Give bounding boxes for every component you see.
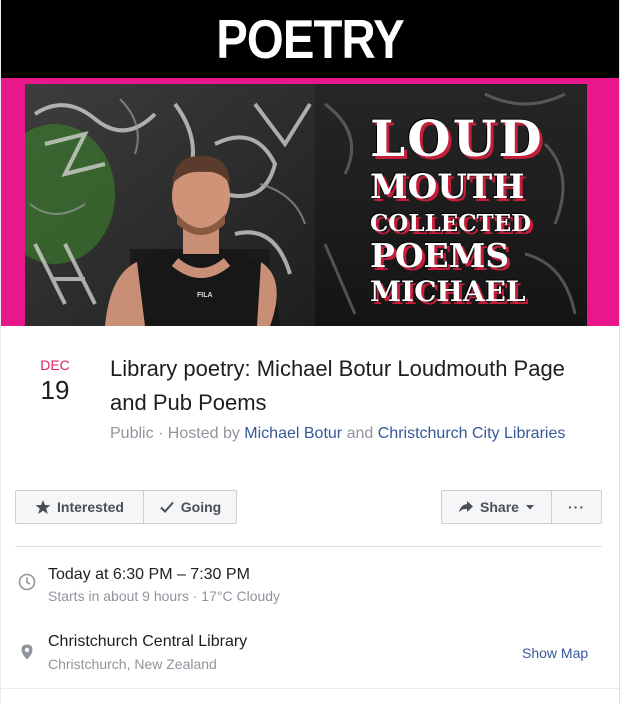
star-icon [35, 500, 51, 514]
going-label: Going [180, 499, 222, 515]
share-arrow-icon [459, 501, 474, 513]
event-date: DEC 19 [25, 357, 85, 406]
cover-image: LOUD MOUTH COLLECTED POEMS MICHAEL FILA [25, 84, 587, 326]
chevron-down-icon [525, 505, 534, 510]
event-location-address: Christchurch, New Zealand [48, 656, 217, 672]
more-options-button[interactable]: ··· [551, 490, 602, 524]
cover-line: MOUTH [370, 167, 525, 207]
host-joiner: and [346, 425, 374, 442]
event-day: 19 [40, 375, 70, 405]
shirt-logo: FILA [197, 292, 213, 299]
map-pin-icon [21, 644, 33, 660]
section-divider [15, 546, 602, 547]
clock-icon [18, 573, 36, 591]
interested-button[interactable]: Interested [15, 490, 144, 524]
event-time-subtext: Starts in about 9 hours · 17°C Cloudy [48, 588, 281, 604]
event-hosts: Public · Hosted by Michael Botur and Chr… [110, 423, 580, 445]
more-options-icon: ··· [568, 499, 585, 515]
cover-line: LOUD [370, 109, 544, 168]
event-month: DEC [40, 357, 70, 373]
event-location[interactable]: Christchurch Central Library [48, 632, 247, 652]
event-page: POETRY PERFORMANCE [0, 0, 620, 703]
cover-line: MICHAEL [370, 275, 526, 308]
checkmark-icon [160, 501, 174, 513]
going-button[interactable]: Going [143, 490, 237, 524]
cover-line: POEMS [370, 236, 510, 275]
share-button[interactable]: Share [441, 490, 552, 524]
cover-line: COLLECTED [370, 210, 532, 237]
share-label: Share [480, 499, 519, 515]
hosted-by-label: · Hosted by [158, 425, 240, 442]
banner-title-bar: POETRY PERFORMANCE [1, 0, 619, 136]
host-link-christchurch-city-libraries[interactable]: Christchurch City Libraries [378, 425, 566, 442]
show-map-link[interactable]: Show Map [522, 644, 588, 662]
event-privacy: Public [110, 425, 154, 442]
book-cover-title: LOUD MOUTH COLLECTED POEMS MICHAEL [370, 114, 570, 306]
event-time: Today at 6:30 PM – 7:30 PM [48, 566, 250, 583]
interested-label: Interested [57, 499, 124, 515]
host-link-michael-botur[interactable]: Michael Botur [244, 425, 342, 442]
section-divider-bottom [1, 688, 619, 689]
event-cover-photo[interactable]: POETRY PERFORMANCE [1, 0, 619, 326]
event-title: Library poetry: Michael Botur Loudmouth … [110, 356, 565, 415]
